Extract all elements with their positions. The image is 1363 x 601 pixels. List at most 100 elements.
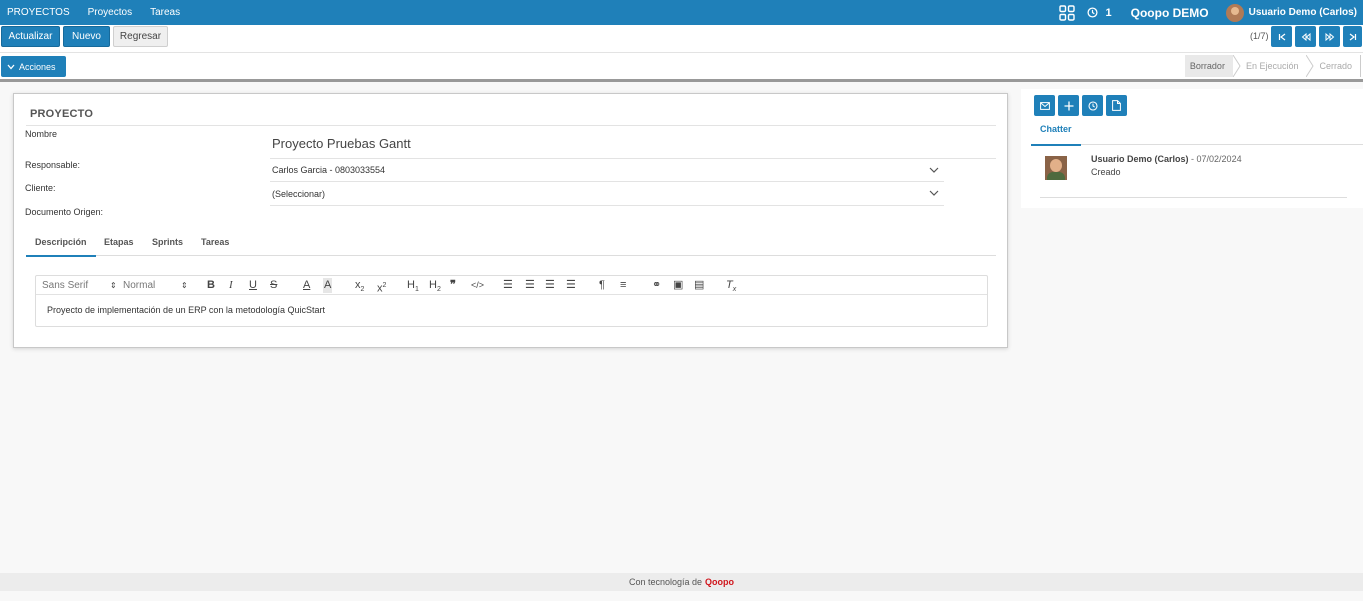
new-button[interactable]: Nuevo bbox=[63, 26, 110, 47]
top-navbar: PROYECTOS Proyectos Tareas 1 Qoopo DEMO … bbox=[0, 0, 1363, 25]
pager-counter: (1/7) bbox=[1250, 31, 1269, 41]
bold-icon[interactable]: B bbox=[207, 278, 215, 293]
blockquote-icon[interactable]: ❞ bbox=[450, 278, 456, 293]
responsible-label: Responsable: bbox=[25, 160, 81, 170]
user-avatar[interactable] bbox=[1225, 3, 1244, 22]
chatter-panel: Chatter Usuario Demo (Carlos) - 07/02/20… bbox=[1021, 89, 1363, 208]
align-icon[interactable]: ≡ bbox=[620, 278, 626, 293]
clock-icon bbox=[1086, 7, 1098, 18]
sheet-title: PROYECTO bbox=[30, 108, 94, 120]
tab-sprints[interactable]: Sprints bbox=[152, 237, 183, 247]
notebook-tabs: Descripción Etapas Sprints Tareas bbox=[26, 232, 996, 257]
status-step-en-ejecucion[interactable]: En Ejecución bbox=[1241, 55, 1307, 77]
active-tab-indicator bbox=[1031, 144, 1081, 146]
description-content[interactable]: Proyecto de implementación de un ERP con… bbox=[47, 305, 325, 315]
origin-document-label: Documento Origen: bbox=[25, 207, 104, 217]
activities-count: 1 bbox=[1105, 6, 1112, 19]
responsible-select[interactable]: Carlos Garcia - 0803033554 bbox=[272, 165, 385, 175]
message-date: - 07/02/2024 bbox=[1188, 154, 1242, 164]
activities-button[interactable]: 1 bbox=[1086, 6, 1112, 19]
status-chevron-icon bbox=[1306, 55, 1315, 77]
video-icon[interactable]: ▤ bbox=[694, 278, 704, 293]
schedule-activity-button[interactable] bbox=[1082, 95, 1103, 116]
select-arrows-icon[interactable]: ⇕ bbox=[110, 278, 117, 293]
divider bbox=[26, 125, 996, 126]
menu-item-tareas[interactable]: Tareas bbox=[141, 0, 189, 25]
strikethrough-icon[interactable]: S bbox=[270, 278, 277, 293]
tab-chatter[interactable]: Chatter bbox=[1040, 124, 1072, 134]
add-follower-button[interactable] bbox=[1058, 95, 1079, 116]
bullet-list-icon[interactable]: ☰ bbox=[525, 278, 535, 293]
status-step-borrador[interactable]: Borrador bbox=[1184, 55, 1233, 77]
message-header: Usuario Demo (Carlos) - 07/02/2024 bbox=[1091, 154, 1242, 164]
chevron-down-icon bbox=[7, 64, 15, 69]
envelope-icon bbox=[1039, 101, 1050, 110]
tab-etapas[interactable]: Etapas bbox=[104, 237, 134, 247]
back-button[interactable]: Regresar bbox=[113, 26, 168, 47]
first-record-button[interactable] bbox=[1271, 26, 1292, 47]
font-size-select[interactable]: Normal bbox=[123, 278, 155, 293]
ordered-list-icon[interactable]: ☰ bbox=[503, 278, 513, 293]
underline-icon[interactable]: U bbox=[249, 278, 257, 293]
footer: Con tecnología de Qoopo bbox=[0, 573, 1363, 591]
heading-1-icon[interactable]: H1 bbox=[407, 278, 419, 297]
clear-format-icon[interactable]: Tx bbox=[726, 278, 736, 297]
last-record-button[interactable] bbox=[1343, 26, 1362, 47]
attach-file-button[interactable] bbox=[1106, 95, 1127, 116]
previous-record-button[interactable] bbox=[1295, 26, 1316, 47]
navbar-right: 1 Qoopo DEMO Usuario Demo (Carlos) bbox=[1058, 0, 1357, 25]
action-bar: Acciones Borrador En Ejecución Cerrado bbox=[0, 53, 1363, 82]
indent-icon[interactable]: ☰ bbox=[566, 278, 576, 293]
fast-forward-icon bbox=[1325, 32, 1334, 41]
select-arrows-icon[interactable]: ⇕ bbox=[181, 278, 188, 293]
refresh-button[interactable]: Actualizar bbox=[1, 26, 60, 47]
clock-icon bbox=[1087, 100, 1098, 111]
control-toolbar: Actualizar Nuevo Regresar (1/7) bbox=[0, 25, 1363, 53]
chevron-down-icon[interactable] bbox=[929, 167, 939, 174]
tab-descripcion[interactable]: Descripción bbox=[35, 237, 87, 247]
menu-item-proyectos-app[interactable]: PROYECTOS bbox=[0, 0, 79, 25]
divider bbox=[1040, 197, 1347, 198]
footer-brand-link[interactable]: Qoopo bbox=[705, 577, 734, 587]
next-record-button[interactable] bbox=[1319, 26, 1340, 47]
outdent-icon[interactable]: ☰ bbox=[545, 278, 555, 293]
client-select[interactable]: (Seleccionar) bbox=[272, 189, 325, 199]
link-icon[interactable]: ⚭ bbox=[652, 278, 661, 293]
plus-icon bbox=[1064, 101, 1073, 110]
message-body: Creado bbox=[1091, 167, 1121, 177]
tab-tareas[interactable]: Tareas bbox=[201, 237, 229, 247]
status-step-cerrado[interactable]: Cerrado bbox=[1314, 55, 1360, 77]
font-family-select[interactable]: Sans Serif bbox=[42, 278, 88, 293]
menu-item-proyectos[interactable]: Proyectos bbox=[79, 0, 141, 25]
text-direction-icon[interactable]: ¶ bbox=[599, 278, 605, 293]
image-icon[interactable]: ▣ bbox=[673, 278, 683, 293]
file-icon bbox=[1112, 100, 1121, 111]
code-block-icon[interactable]: </> bbox=[471, 278, 484, 293]
message-author[interactable]: Usuario Demo (Carlos) bbox=[1091, 154, 1189, 164]
active-tab-indicator bbox=[26, 255, 96, 257]
text-color-icon[interactable]: A bbox=[303, 278, 310, 293]
divider bbox=[270, 181, 944, 182]
skip-first-icon bbox=[1278, 33, 1285, 40]
user-name[interactable]: Usuario Demo (Carlos) bbox=[1249, 7, 1357, 18]
client-label: Cliente: bbox=[25, 183, 56, 193]
actions-dropdown-button[interactable]: Acciones bbox=[1, 56, 66, 77]
subscript-icon[interactable]: x2 bbox=[355, 278, 364, 297]
italic-icon[interactable]: I bbox=[229, 278, 233, 293]
send-message-button[interactable] bbox=[1034, 95, 1055, 116]
skip-last-icon bbox=[1349, 33, 1356, 40]
heading-2-icon[interactable]: H2 bbox=[429, 278, 441, 297]
background-color-icon[interactable]: A bbox=[323, 278, 333, 293]
name-field[interactable]: Proyecto Pruebas Gantt bbox=[272, 136, 411, 151]
message-author-avatar[interactable] bbox=[1045, 156, 1067, 180]
superscript-icon[interactable]: x2 bbox=[377, 278, 386, 297]
apps-grid-icon[interactable] bbox=[1058, 4, 1075, 21]
editor-toolbar: Sans Serif ⇕ Normal ⇕ B I U S A A x2 x2 … bbox=[36, 276, 987, 295]
company-name[interactable]: Qoopo DEMO bbox=[1131, 6, 1209, 20]
rich-text-editor: Sans Serif ⇕ Normal ⇕ B I U S A A x2 x2 … bbox=[35, 275, 988, 327]
form-sheet: PROYECTO Nombre Proyecto Pruebas Gantt R… bbox=[13, 93, 1008, 348]
chevron-down-icon[interactable] bbox=[929, 190, 939, 197]
actions-label: Acciones bbox=[19, 61, 56, 72]
name-label: Nombre bbox=[25, 129, 58, 139]
rewind-icon bbox=[1301, 32, 1310, 41]
